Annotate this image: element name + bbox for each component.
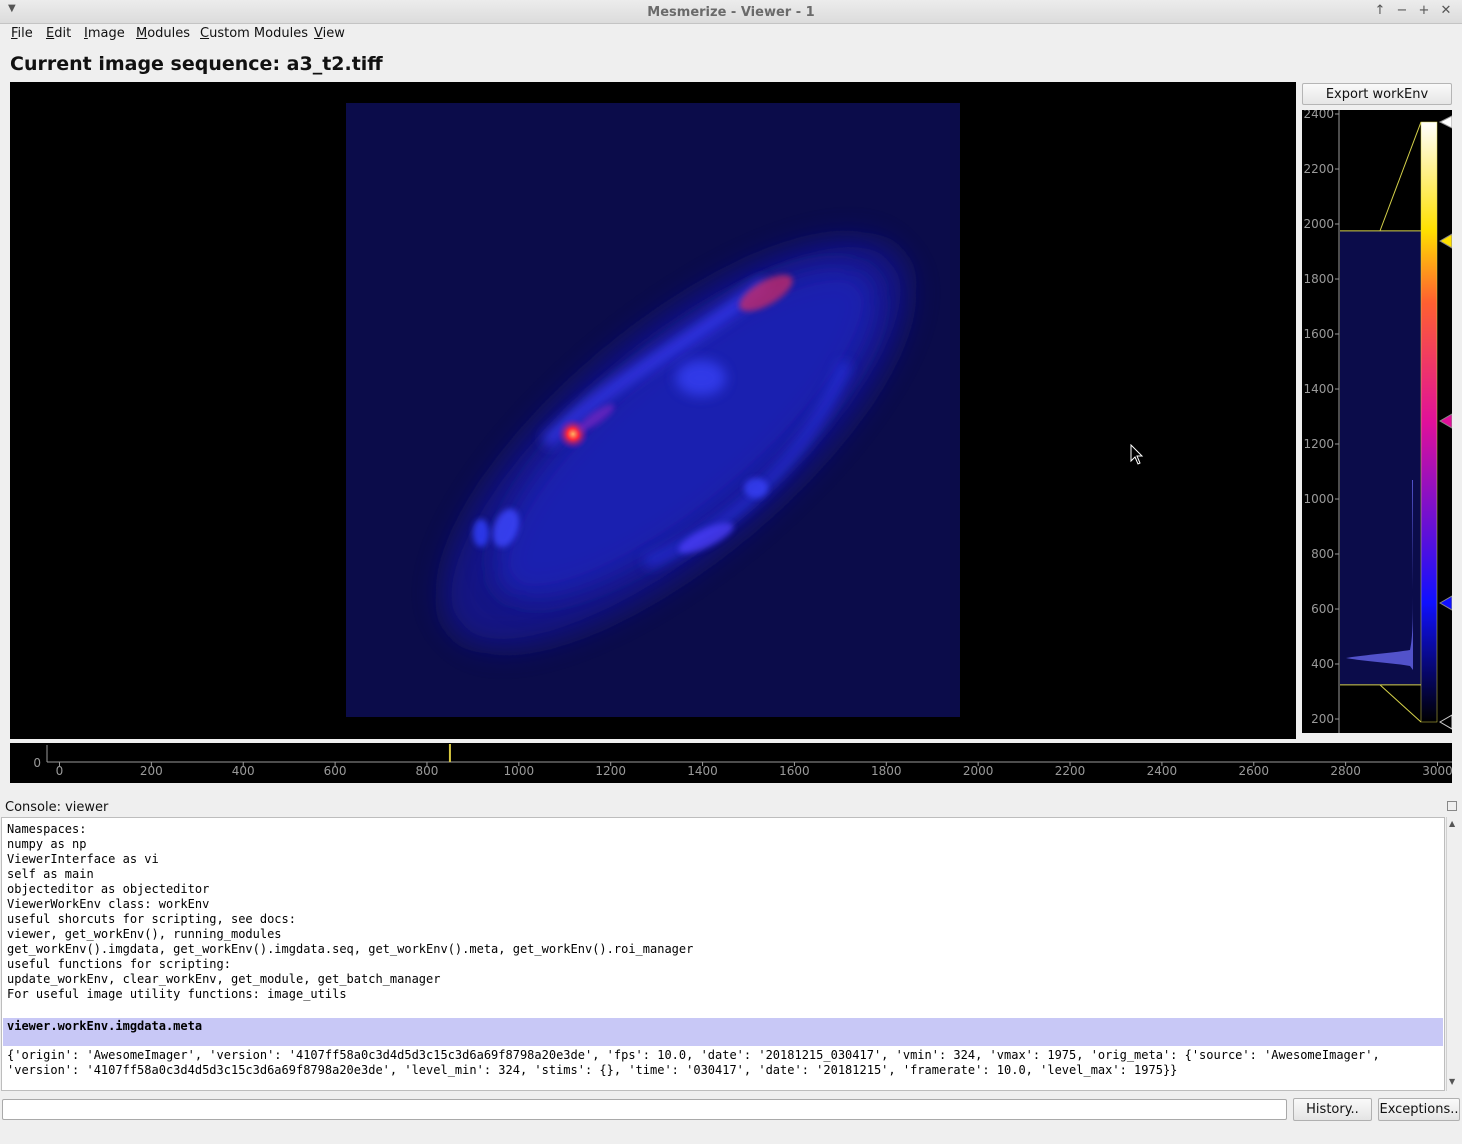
histogram-tick-label: 200: [1311, 712, 1334, 726]
gradient-tick-black[interactable]: [1439, 714, 1453, 730]
histogram-tick-label: 1000: [1303, 492, 1334, 506]
timeline-tick-label: 2200: [1055, 764, 1086, 778]
gradient-tick-blue[interactable]: [1439, 595, 1453, 611]
histogram-tick-label: 2400: [1303, 110, 1334, 121]
console-command: viewer.workEnv.imgdata.meta: [7, 1019, 203, 1033]
menu-image[interactable]: Image: [84, 26, 125, 41]
keep-above-icon[interactable]: ↑: [1372, 3, 1388, 18]
gradient-tick-white[interactable]: [1438, 115, 1453, 129]
timeline-y-label: 0: [33, 756, 41, 770]
image-viewport[interactable]: [10, 82, 1296, 739]
timeline-tick-label: 800: [416, 764, 439, 778]
histogram-plot[interactable]: 2400 2200 2000 1800 1600 1400 1200 1000 800 600 40…: [1302, 107, 1453, 733]
close-icon[interactable]: ✕: [1438, 3, 1454, 18]
level-region[interactable]: [1340, 230, 1421, 685]
console-line: For useful image utility functions: imag…: [7, 987, 347, 1001]
image-sequence-frame[interactable]: [346, 103, 960, 717]
histogram-tick-label: 1200: [1303, 437, 1334, 451]
window-title: Mesmerize - Viewer - 1: [647, 5, 815, 20]
mouse-pointer-icon: [1130, 444, 1144, 465]
timeline-tick-label: 0: [56, 764, 64, 778]
console-output-line: 'version': '4107ff58a0c3d4d5d3c15c3d6a69…: [7, 1063, 1178, 1077]
console-line: self as main: [7, 867, 94, 881]
histogram-tick-label: 1800: [1303, 272, 1334, 286]
console-line: useful functions for scripting:: [7, 957, 231, 971]
timeline-tick-label: 2600: [1238, 764, 1269, 778]
history-button[interactable]: History..: [1293, 1098, 1372, 1121]
maximize-icon[interactable]: +: [1416, 3, 1432, 18]
console-line: viewer, get_workEnv(), running_modules: [7, 927, 282, 941]
timeline-tick-label: 2800: [1330, 764, 1361, 778]
console-line: useful shorcuts for scripting, see docs:: [7, 912, 296, 926]
histogram-lut-widget[interactable]: 2400 2200 2000 1800 1600 1400 1200 1000 800 600 40…: [1302, 107, 1453, 733]
page-title: Current image sequence: a3_t2.tiff: [10, 53, 383, 75]
gradient-tick-magenta[interactable]: [1439, 413, 1453, 429]
timeline-tick-label: 1200: [595, 764, 626, 778]
window-titlebar: ▼ Mesmerize - Viewer - 1 ↑ − + ✕: [0, 0, 1462, 24]
gradient-tick-yellow[interactable]: [1439, 233, 1453, 249]
console-input[interactable]: [2, 1099, 1287, 1120]
cell-image: [346, 103, 960, 717]
histogram-tick-label: 1400: [1303, 382, 1334, 396]
scroll-up-icon[interactable]: ▲: [1449, 819, 1455, 828]
timeline-tick-label: 2000: [963, 764, 994, 778]
console-scrollbar[interactable]: ▲ ▼: [1446, 817, 1460, 1091]
histogram-tick-label: 400: [1311, 657, 1334, 671]
dock-float-icon[interactable]: [1447, 801, 1457, 811]
timeline-tick-label: 200: [140, 764, 163, 778]
histogram-tick-label: 2000: [1303, 217, 1334, 231]
console-line: update_workEnv, clear_workEnv, get_modul…: [7, 972, 441, 986]
timeline-tick-label: 1000: [504, 764, 535, 778]
timeline-tick-label: 1600: [779, 764, 810, 778]
colormap-gradient[interactable]: [1420, 121, 1438, 723]
timeline-tick-label: 600: [324, 764, 347, 778]
timeline-tick-label: 1800: [871, 764, 902, 778]
menu-view[interactable]: View: [314, 26, 345, 41]
exceptions-button[interactable]: Exceptions..: [1378, 1098, 1460, 1121]
minimize-icon[interactable]: −: [1394, 3, 1410, 18]
timeline-tick-label: 1400: [687, 764, 718, 778]
histogram-tick-label: 2200: [1303, 162, 1334, 176]
timeline-tick-label: 400: [232, 764, 255, 778]
console-dock-title: Console: viewer: [5, 800, 109, 815]
histogram-tick-label: 1600: [1303, 327, 1334, 341]
histogram-tick-label: 800: [1311, 547, 1334, 561]
menu-bar: File Edit Image Modules Custom Modules V…: [0, 24, 1462, 44]
scroll-down-icon[interactable]: ▼: [1449, 1077, 1455, 1086]
timeline-tick-label: 3000: [1422, 764, 1452, 778]
menu-file[interactable]: File: [11, 26, 33, 41]
console-line: numpy as np: [7, 837, 87, 851]
export-workenv-button[interactable]: Export workEnv: [1302, 83, 1452, 105]
menu-modules[interactable]: Modules: [136, 26, 190, 41]
console-line: objecteditor as objecteditor: [7, 882, 210, 896]
console-line: Namespaces:: [7, 822, 87, 836]
timeline-tick-label: 2400: [1147, 764, 1178, 778]
console-line: ViewerInterface as vi: [7, 852, 159, 866]
histogram-tick-label: 600: [1311, 602, 1334, 616]
console-output[interactable]: Namespaces: numpy as np ViewerInterface as…: [1, 817, 1445, 1091]
console-line: ViewerWorkEnv class: workEnv: [7, 897, 210, 911]
console-line: get_workEnv().imgdata, get_workEnv().img…: [7, 942, 694, 956]
console-output-line: {'origin': 'AwesomeImager', 'version': '…: [7, 1048, 1380, 1062]
menu-edit[interactable]: Edit: [46, 26, 71, 41]
frame-timeline[interactable]: 0 0 200 400 600 800 1000 1200 1400 1600 1800 2000 2…: [10, 743, 1453, 783]
timeline-plot[interactable]: 0 0 200 400 600 800 1000 1200 1400 1600 1800 2000 2…: [10, 743, 1453, 783]
console-command-highlight: viewer.workEnv.imgdata.meta: [3, 1018, 1443, 1046]
menu-custom-modules[interactable]: Custom Modules: [200, 26, 308, 41]
